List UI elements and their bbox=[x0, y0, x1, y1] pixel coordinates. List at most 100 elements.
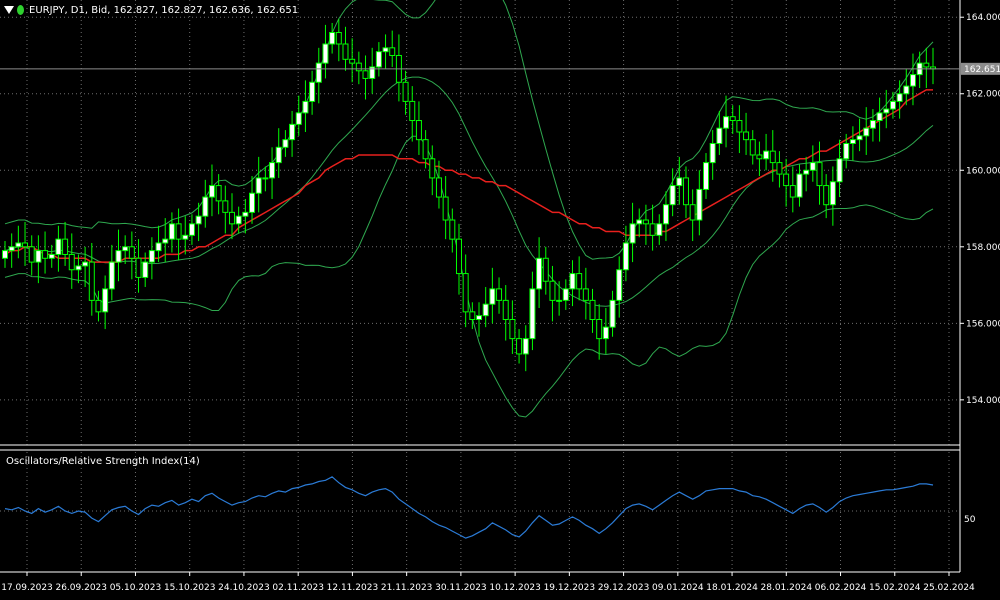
dropdown-triangle-icon[interactable] bbox=[4, 6, 14, 14]
candle-bull bbox=[856, 135, 863, 141]
candle-bear bbox=[816, 162, 823, 187]
candle-bull bbox=[676, 177, 683, 187]
candle-bull bbox=[168, 223, 175, 240]
candle-bull bbox=[849, 139, 856, 144]
candle-bear bbox=[576, 273, 583, 290]
chart-title: EURJPY, D1, Bid, 162.827, 162.827, 162.6… bbox=[29, 4, 299, 16]
candle-bear bbox=[175, 223, 182, 240]
candle-bull bbox=[322, 43, 329, 64]
candle-bear bbox=[409, 100, 416, 122]
indicator-label: Oscillators/Relative Strength Index(14) bbox=[6, 456, 200, 467]
price-tick-label: 158.000 bbox=[966, 243, 1000, 253]
candle-bull bbox=[536, 257, 543, 290]
candle-bear bbox=[228, 211, 235, 225]
candle-bull bbox=[829, 181, 836, 206]
candle-bull bbox=[15, 242, 22, 248]
candle-bear bbox=[516, 338, 523, 355]
chart-header[interactable]: EURJPY, D1, Bid, 162.827, 162.827, 162.6… bbox=[4, 3, 298, 17]
date-tick-label: 18.01.2024 bbox=[706, 583, 758, 593]
candle-bull bbox=[382, 47, 389, 53]
candle-bear bbox=[769, 150, 776, 164]
date-tick-label: 09.01.2024 bbox=[652, 583, 704, 593]
candle-bear bbox=[88, 261, 95, 301]
candle-bear bbox=[923, 62, 930, 68]
candle-bull bbox=[843, 142, 850, 160]
date-tick-label: 19.12.2023 bbox=[544, 583, 596, 593]
candle-bull bbox=[709, 142, 716, 164]
date-tick-label: 15.02.2024 bbox=[869, 583, 921, 593]
candle-bull bbox=[255, 177, 262, 194]
candle-bull bbox=[636, 219, 643, 225]
candle-bull bbox=[629, 223, 636, 244]
date-tick-label: 24.10.2023 bbox=[218, 583, 270, 593]
price-tick-label: 160.000 bbox=[966, 166, 1000, 176]
candle-bull bbox=[142, 261, 149, 278]
candle-bull bbox=[482, 303, 489, 317]
candle-bull bbox=[909, 74, 916, 87]
candle-bull bbox=[329, 32, 336, 45]
candle-bull bbox=[616, 269, 623, 301]
rsi-level-label: 50 bbox=[964, 515, 976, 525]
candle-bear bbox=[776, 162, 783, 175]
candle-bear bbox=[442, 196, 449, 221]
candle-bull bbox=[208, 185, 215, 198]
candle-bull bbox=[148, 250, 155, 263]
candle-bull bbox=[662, 204, 669, 225]
candle-bear bbox=[596, 318, 603, 340]
candle-bear bbox=[542, 257, 549, 282]
candle-bear bbox=[335, 32, 342, 45]
candle-bull bbox=[188, 223, 195, 236]
candle-bull bbox=[108, 261, 115, 290]
candle-bull bbox=[896, 93, 903, 102]
date-tick-label: 29.12.2023 bbox=[598, 583, 650, 593]
candle-bull bbox=[716, 127, 723, 144]
candle-bull bbox=[75, 265, 82, 271]
date-tick-label: 25.02.2024 bbox=[923, 583, 975, 593]
candle-bull bbox=[282, 139, 289, 148]
candle-bear bbox=[749, 139, 756, 156]
date-tick-label: 05.10.2023 bbox=[110, 583, 162, 593]
date-tick-label: 26.09.2023 bbox=[55, 583, 107, 593]
candle-bull bbox=[869, 120, 876, 129]
candle-bear bbox=[549, 280, 556, 301]
candle-bull bbox=[289, 123, 296, 141]
candle-bear bbox=[135, 257, 142, 278]
candle-bull bbox=[115, 250, 122, 263]
candle-bear bbox=[462, 273, 469, 313]
candle-bear bbox=[429, 158, 436, 179]
date-tick-label: 30.11.2023 bbox=[435, 583, 487, 593]
candle-bear bbox=[28, 246, 35, 263]
candle-bear bbox=[509, 318, 516, 340]
candle-bear bbox=[682, 177, 689, 206]
candle-bear bbox=[415, 120, 422, 141]
candle-bear bbox=[422, 139, 429, 160]
symbol-status-icon bbox=[17, 5, 24, 15]
candle-bear bbox=[689, 204, 696, 221]
candle-bull bbox=[375, 51, 382, 68]
candle-bear bbox=[756, 154, 763, 160]
date-tick-label: 02.11.2023 bbox=[272, 583, 324, 593]
candle-bear bbox=[222, 200, 229, 213]
candle-bear bbox=[789, 185, 796, 198]
candle-bear bbox=[355, 62, 362, 72]
candle-bear bbox=[128, 246, 135, 259]
candle-bear bbox=[729, 116, 736, 122]
candle-bull bbox=[529, 288, 536, 340]
candle-bull bbox=[48, 253, 55, 259]
candle-bear bbox=[362, 70, 369, 79]
candle-bull bbox=[763, 150, 770, 160]
candle-bear bbox=[589, 299, 596, 320]
candle-bull bbox=[723, 116, 730, 129]
current-price-label: 162.651 bbox=[964, 65, 1000, 75]
candle-bear bbox=[455, 238, 462, 275]
candle-bull bbox=[903, 85, 910, 95]
candle-bull bbox=[182, 234, 189, 240]
candle-bull bbox=[562, 288, 569, 301]
candle-bull bbox=[122, 246, 129, 252]
candle-bull bbox=[703, 162, 710, 190]
candle-bear bbox=[743, 131, 750, 141]
price-tick-label: 154.000 bbox=[966, 396, 1000, 406]
candle-bull bbox=[8, 246, 15, 252]
candle-bull bbox=[202, 196, 209, 217]
candle-bear bbox=[435, 177, 442, 198]
